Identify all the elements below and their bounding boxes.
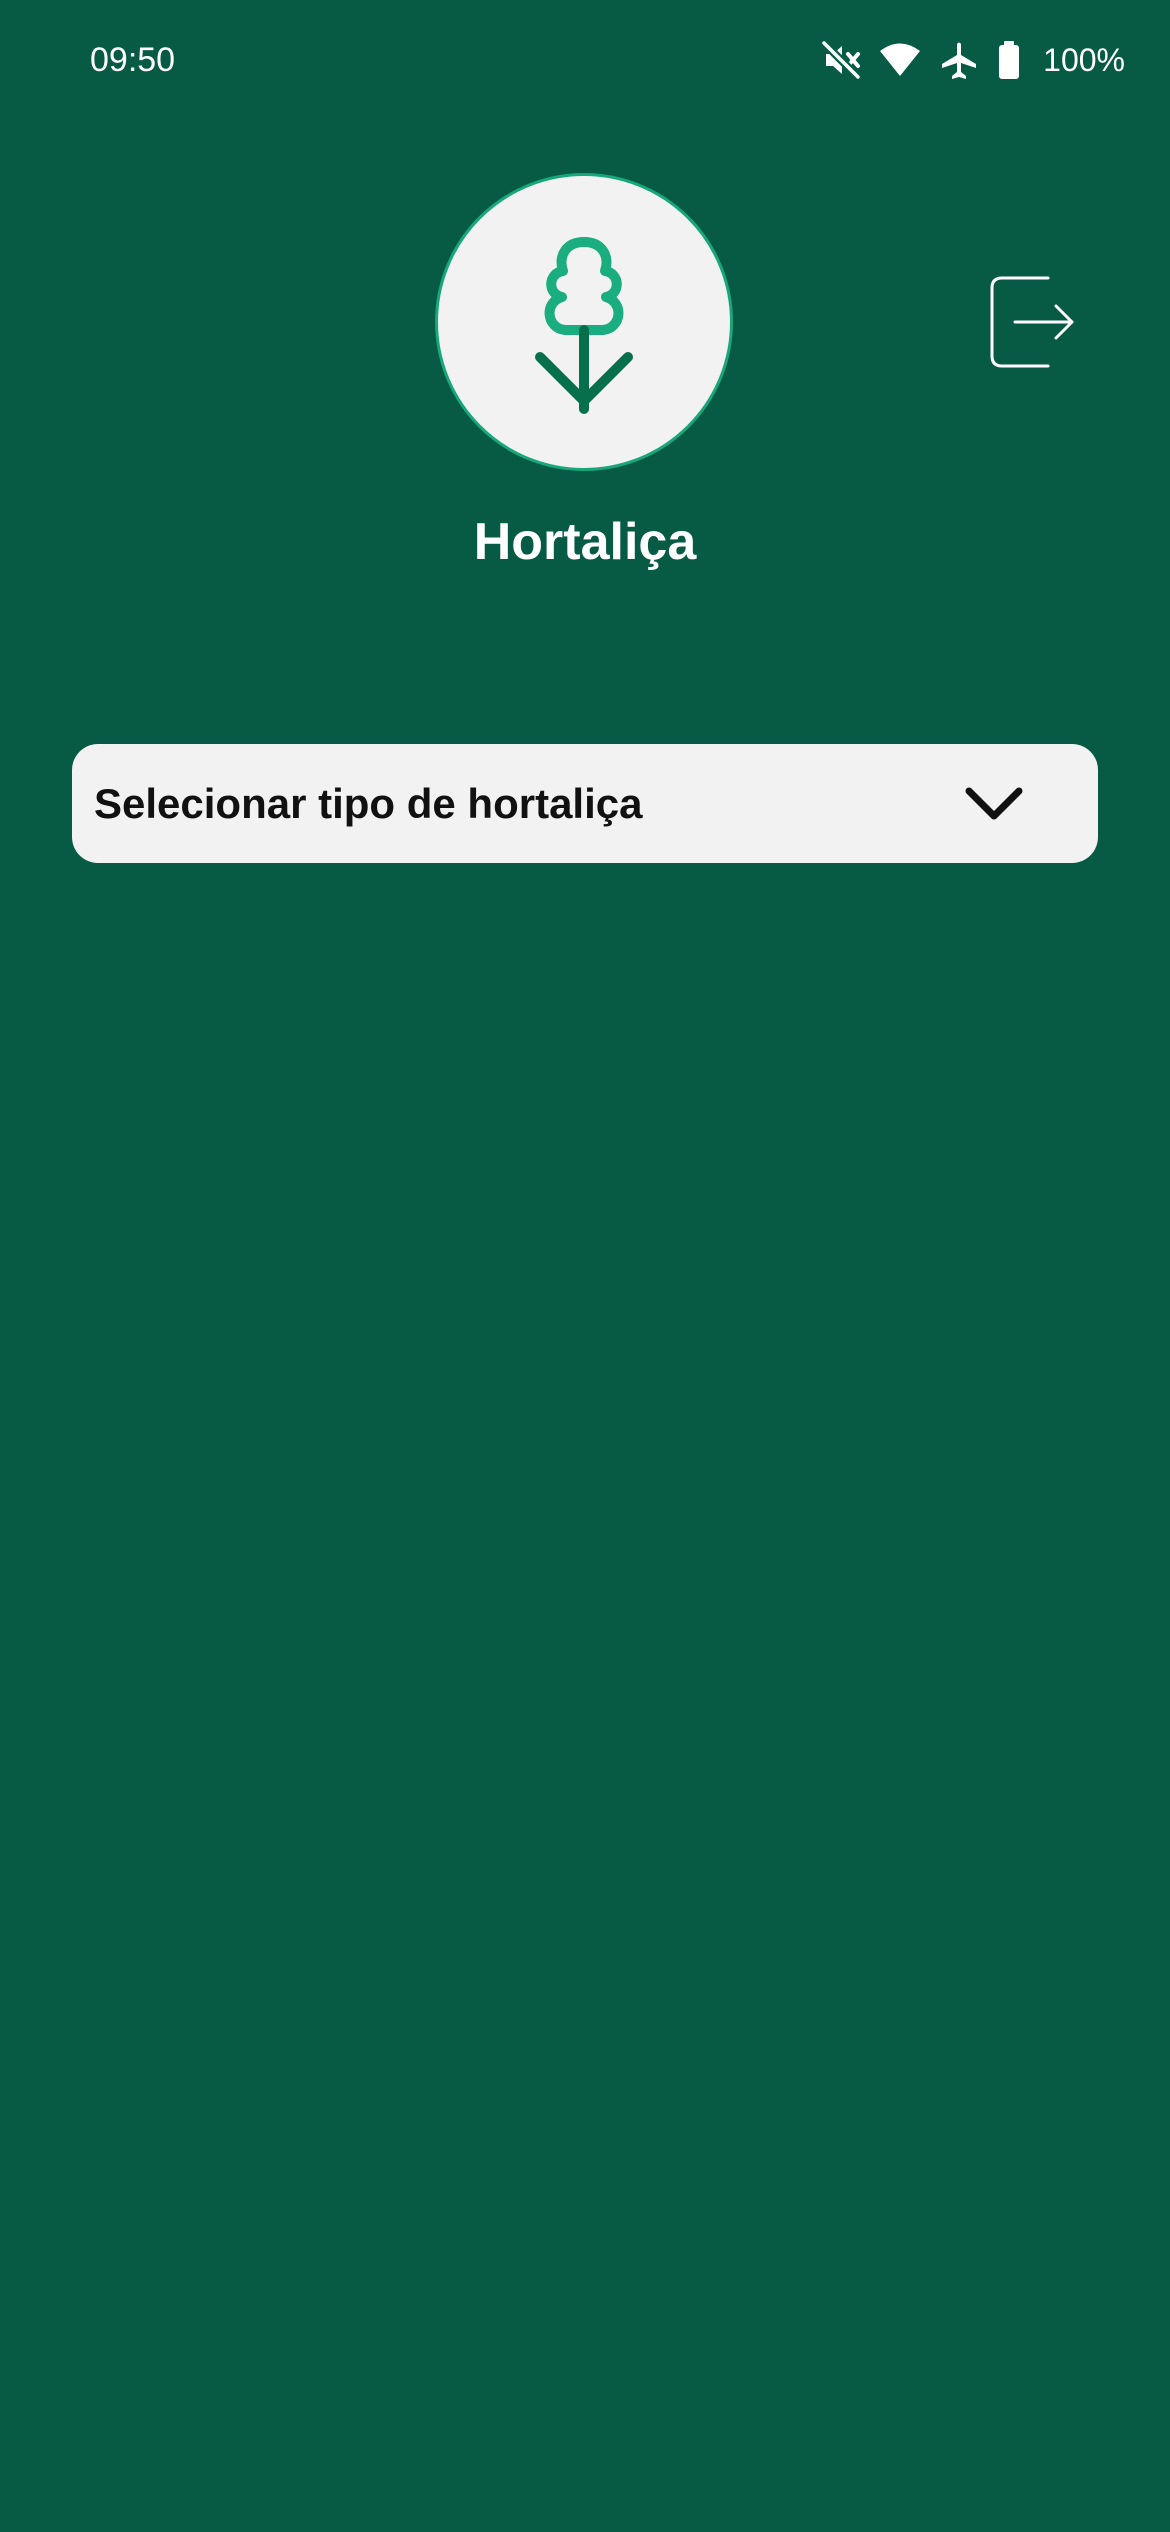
status-time: 09:50	[90, 41, 176, 79]
vegetable-type-select[interactable]: Selecionar tipo de hortaliça	[72, 744, 1098, 863]
tree-icon	[535, 237, 633, 414]
battery-icon	[997, 40, 1021, 80]
logout-icon	[990, 276, 1074, 368]
app-logo	[435, 173, 733, 471]
status-bar: 09:50 100%	[0, 0, 1170, 130]
status-icons: 100%	[821, 38, 1125, 82]
logout-button[interactable]	[984, 270, 1084, 374]
airplane-icon	[939, 40, 979, 80]
page-title: Hortaliça	[473, 513, 697, 571]
select-label: Selecionar tipo de hortaliça	[94, 780, 643, 827]
mute-icon	[821, 40, 861, 80]
battery-percentage: 100%	[1043, 42, 1125, 78]
wifi-icon	[879, 42, 921, 78]
chevron-down-icon	[965, 787, 1023, 820]
